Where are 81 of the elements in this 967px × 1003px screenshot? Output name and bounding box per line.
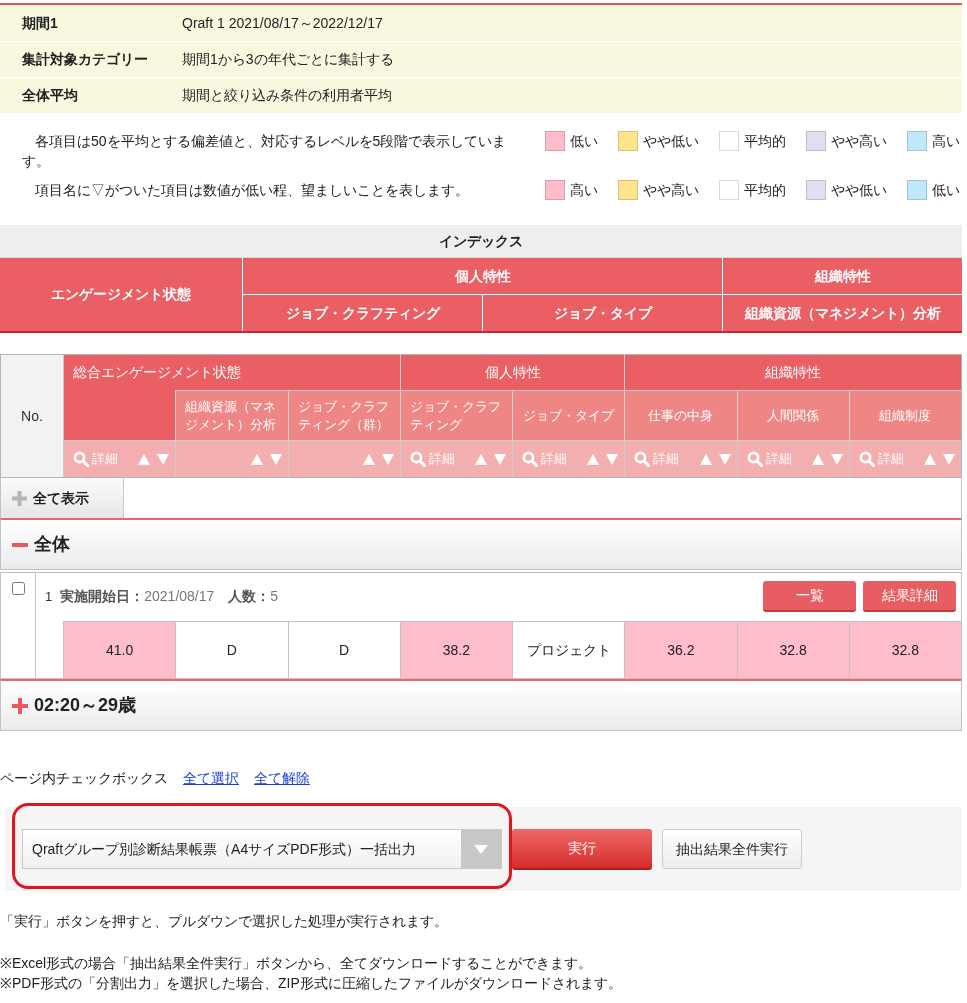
search-icon — [73, 451, 89, 467]
select-all-link[interactable]: 全て選択 — [183, 768, 239, 788]
table-cell: 32.8 — [848, 622, 961, 678]
info-value: 期間と絞り込み条件の利用者平均 — [182, 86, 392, 105]
search-icon — [409, 451, 426, 467]
note-text: ※Excel形式の場合「抽出結果全件実行」ボタンから、全てダウンロードすることができます。 — [0, 954, 594, 973]
legend-label: 平均的 — [744, 132, 786, 151]
column-group-header: 個人特性 — [400, 355, 625, 390]
legend-label: やや高い — [643, 181, 699, 200]
sort-descending-icon[interactable] — [830, 453, 843, 465]
legend-description: 各項目は50を平均とする偏差値と、対応するレベルを5段階で表示しています。 — [22, 132, 508, 171]
sort-descending-icon[interactable] — [606, 453, 619, 465]
info-label: 集計対象カテゴリー — [21, 50, 149, 69]
sort-ascending-icon[interactable] — [587, 453, 600, 465]
row-number: 1 — [45, 588, 53, 606]
note-text: 「実行」ボタンを押すと、プルダウンで選択した処理が実行されます。 — [0, 912, 449, 931]
sort-descending-icon[interactable] — [269, 453, 282, 465]
row-checkbox[interactable] — [11, 582, 25, 595]
sort-descending-icon[interactable] — [718, 453, 731, 465]
column-group-header: 組織特性 — [723, 258, 962, 294]
execute-all-button[interactable]: 抽出結果全件実行 — [662, 829, 802, 869]
search-icon — [522, 451, 538, 467]
sort-descending-icon[interactable] — [157, 453, 170, 465]
note-text: ※PDF形式の「分割出力」を選択した場合、ZIP形式に圧縮したファイルがダウンロードされます。 — [0, 974, 623, 993]
column-header: ジョブ・タイプ — [523, 406, 615, 425]
sort-descending-icon[interactable] — [494, 453, 506, 465]
search-icon — [634, 451, 651, 467]
column-header: 人間関係 — [767, 406, 820, 425]
table-cell: 32.8 — [736, 622, 849, 678]
legend-label: やや高い — [831, 132, 887, 151]
column-group-header: 総合エンゲージメント状態 — [64, 355, 400, 390]
info-label: 全体平均 — [21, 86, 79, 105]
legend-label: 平均的 — [744, 181, 786, 200]
sort-ascending-icon[interactable] — [250, 453, 263, 465]
group-header[interactable]: 02:20～29歳 — [0, 679, 962, 731]
sort-ascending-icon[interactable] — [811, 453, 824, 465]
info-value: 期間1から3の年代ごとに集計する — [182, 50, 394, 69]
sort-ascending-icon[interactable] — [924, 453, 936, 465]
column-header: 組織制度 — [879, 406, 932, 425]
column-header: ジョブ・クラフティング（群） — [297, 397, 390, 434]
row-action-button[interactable]: 一覧 — [763, 581, 856, 612]
column-group-header: 組織特性 — [625, 355, 961, 390]
table-cell: 36.2 — [624, 622, 737, 678]
page-checkbox-label: ページ内チェックボックス — [0, 769, 168, 788]
sort-ascending-icon[interactable] — [699, 453, 712, 465]
column-header: 組織資源（マネジメント）分析 — [723, 295, 962, 331]
column-header: エンゲージメント状態 — [0, 258, 242, 331]
legend-label: 高い — [932, 132, 960, 151]
sort-ascending-icon[interactable] — [475, 453, 487, 465]
column-header: No. — [1, 355, 63, 477]
legend-label: やや低い — [831, 181, 887, 200]
legend-label: やや低い — [643, 132, 699, 151]
sort-ascending-icon[interactable] — [362, 453, 375, 465]
legend-label: 高い — [570, 181, 598, 200]
row-action-button[interactable]: 結果詳細 — [863, 581, 956, 612]
row-summary: 実施開始日：2021/08/17 人数：5 — [60, 587, 279, 606]
execute-button[interactable]: 実行 — [512, 828, 652, 870]
sort-ascending-icon[interactable] — [138, 453, 151, 465]
info-label: 期間1 — [21, 13, 59, 33]
legend-label: 低い — [570, 132, 598, 151]
search-icon — [746, 451, 763, 467]
show-all-button[interactable]: 全て表示 — [1, 478, 124, 518]
search-icon — [858, 451, 875, 467]
info-value: Qraft 1 2021/08/17～2022/12/17 — [182, 13, 383, 33]
deselect-all-link[interactable]: 全て解除 — [254, 768, 310, 788]
column-group-header: 個人特性 — [243, 258, 722, 294]
sort-descending-icon[interactable] — [381, 453, 394, 465]
output-format-select[interactable]: Qraftグループ別診断結果帳票（A4サイズPDF形式）一括出力 — [22, 829, 502, 869]
legend-description: 項目名に▽がついた項目は数値が低い程、望ましいことを表します。 — [34, 181, 470, 200]
legend-label: 低い — [932, 181, 960, 200]
column-header: ジョブ・クラフティング — [243, 295, 482, 331]
plus-icon — [12, 490, 27, 506]
column-header: ジョブ・クラフティング — [409, 397, 502, 434]
column-header: 組織資源（マネジメント）分析 — [185, 397, 278, 434]
table-cell: 38.2 — [399, 622, 512, 678]
table-cell: 41.0 — [63, 622, 176, 678]
column-header: 仕事の中身 — [648, 406, 714, 425]
sort-descending-icon[interactable] — [943, 453, 955, 465]
group-header[interactable]: 全体 — [0, 518, 962, 570]
index-header: インデックス — [0, 225, 962, 258]
column-header: ジョブ・タイプ — [483, 295, 722, 331]
